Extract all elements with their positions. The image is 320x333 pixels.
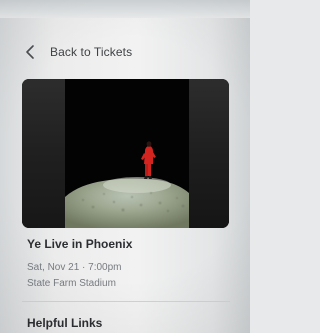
chevron-left-icon	[26, 45, 34, 59]
ticket-detail-screen: Back to Tickets Ye Live in Phoenix Sat, …	[0, 0, 250, 333]
event-stage-artwork	[65, 79, 189, 228]
helpful-links-title: Helpful Links	[27, 316, 103, 330]
stage-highlight	[103, 177, 171, 193]
section-divider	[22, 301, 230, 302]
event-hero-image	[22, 79, 229, 228]
hero-left-panel	[22, 79, 65, 228]
event-title: Ye Live in Phoenix	[27, 237, 133, 251]
back-to-tickets-label: Back to Tickets	[50, 45, 133, 59]
hero-right-panel	[189, 79, 229, 228]
back-to-tickets-button[interactable]: Back to Tickets	[24, 40, 204, 64]
event-date-time: Sat, Nov 21 · 7:00pm	[27, 262, 122, 273]
event-venue: State Farm Stadium	[27, 278, 116, 289]
top-bar	[0, 0, 250, 18]
